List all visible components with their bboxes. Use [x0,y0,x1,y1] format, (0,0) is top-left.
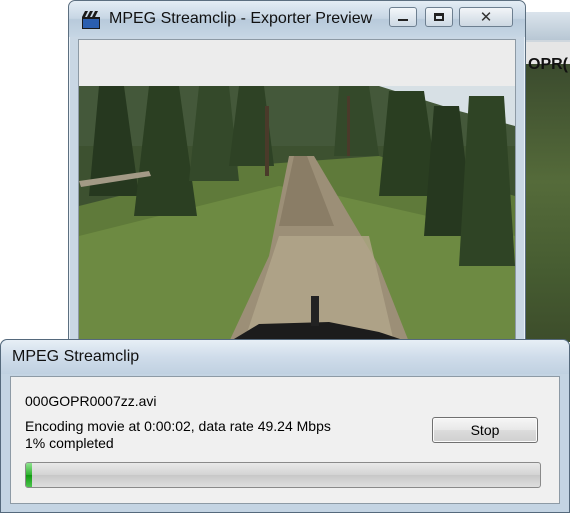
percent-completed-text: 1% completed [25,435,114,451]
progress-bar-fill [26,463,32,487]
preview-client-area [78,39,516,341]
minimize-button[interactable] [389,7,417,27]
clapperboard-icon [81,10,101,30]
preview-titlebar[interactable]: MPEG Streamclip - Exporter Preview ✕ [69,1,525,37]
background-window-preview [524,42,570,342]
preview-window-title: MPEG Streamclip - Exporter Preview [109,10,373,27]
stop-button[interactable]: Stop [432,417,538,443]
file-name-label: 000GOPR0007zz.avi [25,393,157,409]
progress-dialog-titlebar[interactable]: MPEG Streamclip [1,340,569,374]
maximize-button[interactable] [425,7,453,27]
background-window-label: OPR( [528,56,568,73]
close-button[interactable]: ✕ [459,7,513,27]
progress-dialog-title: MPEG Streamclip [12,348,140,365]
encoding-status-text: Encoding movie at 0:00:02, data rate 49.… [25,418,331,434]
video-frame-image [79,86,515,340]
encoding-progress-bar [25,462,541,488]
progress-dialog[interactable]: MPEG Streamclip 000GOPR0007zz.avi Encodi… [0,339,570,513]
exporter-preview-window[interactable]: MPEG Streamclip - Exporter Preview ✕ [68,0,526,342]
close-icon: ✕ [479,8,493,26]
minimize-icon [398,19,408,21]
progress-dialog-client: 000GOPR0007zz.avi Encoding movie at 0:00… [10,376,560,504]
video-preview-frame [79,86,515,340]
maximize-icon [434,13,444,21]
